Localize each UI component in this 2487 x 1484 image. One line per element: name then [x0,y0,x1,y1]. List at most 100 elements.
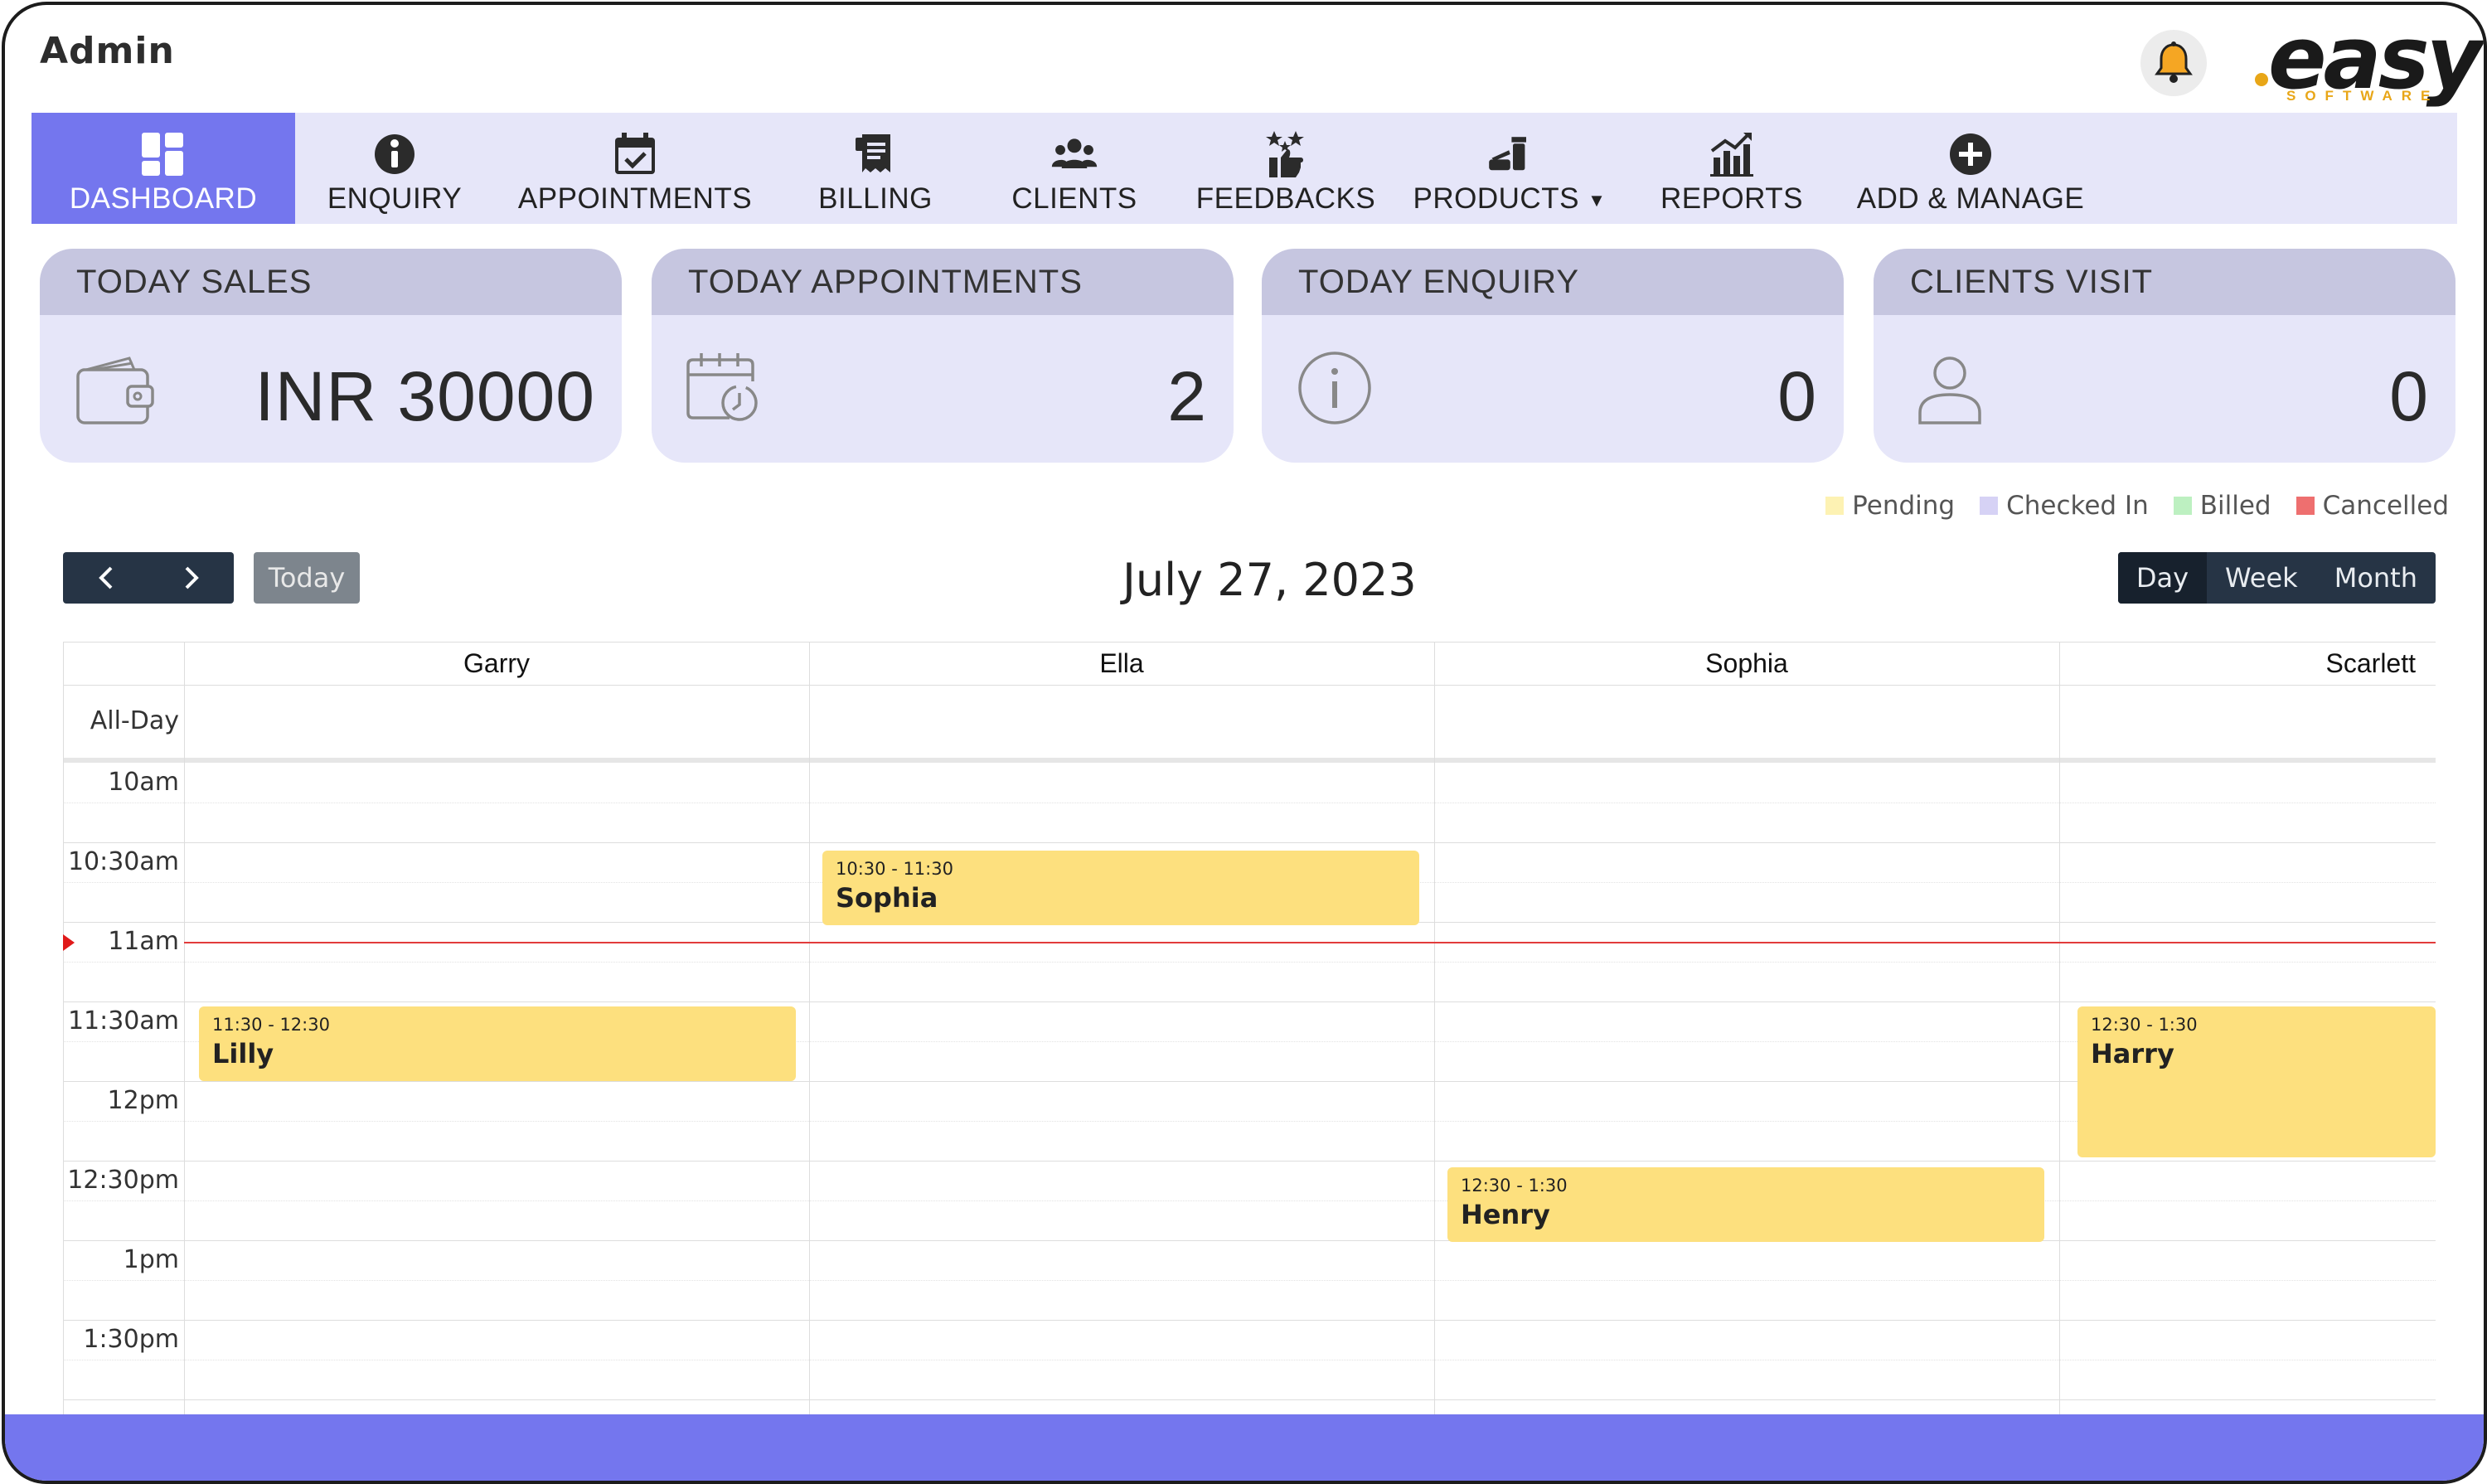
staff-column-header: Sophia [1705,647,1788,678]
notification-bell-button[interactable] [2140,30,2207,96]
prev-day-button[interactable] [63,552,148,604]
event-time: 12:30 - 1:30 [2091,1015,2198,1035]
event-time: 11:30 - 12:30 [212,1015,330,1035]
main-nav: DASHBOARD ENQUIRY APPOINTMENTS BILLING C… [32,113,2457,224]
view-day-button[interactable]: Day [2117,552,2208,604]
card-value: INR 30000 [255,357,595,435]
chevron-left-icon [98,566,112,589]
nav-appointments[interactable]: APPOINTMENTS [494,113,776,224]
appointment-event[interactable]: 12:30 - 1:30 Henry [1447,1167,2044,1242]
nav-label: PRODUCTS ▼ [1413,182,1607,215]
page-title: Admin [40,30,175,72]
legend-item: Billed [2173,491,2271,521]
info-circle-icon [1292,345,1383,436]
next-day-button[interactable] [148,552,234,604]
legend-swatch [2296,497,2315,515]
calendar-nav-buttons [63,552,234,604]
legend-label: Billed [2199,491,2271,521]
nav-add-manage[interactable]: ADD & MANAGE [1842,113,2099,224]
legend-swatch [1980,497,1999,515]
appointment-event[interactable]: 10:30 - 11:30 Sophia [822,851,1419,925]
card-clients-visit: CLIENTS VISIT 0 [1874,249,2455,463]
calendar-clock-icon [681,345,773,436]
grid-line [63,1001,2436,1002]
event-time: 10:30 - 11:30 [836,859,953,879]
all-day-divider [63,758,2436,763]
event-time: 12:30 - 1:30 [1461,1176,1568,1195]
nav-enquiry[interactable]: ENQUIRY [295,113,494,224]
logo-subtext: SOFTWARE [2286,88,2440,104]
grid-line [63,1320,2436,1321]
card-title: TODAY ENQUIRY [1262,249,1844,315]
time-label: 12pm [107,1086,179,1115]
nav-label: FEEDBACKS [1195,182,1376,215]
user-icon [1903,345,1995,436]
calendar-view-switcher: Day Week Month [2117,552,2436,604]
view-week-button[interactable]: Week [2207,552,2316,604]
grid-line [63,962,2436,963]
grid-line [63,1399,2436,1400]
products-icon [1486,131,1533,177]
card-value: 0 [2389,357,2429,435]
bell-icon [2155,41,2193,83]
staff-column-header: Garry [463,647,530,678]
status-legend: Pending Checked In Billed Cancelled [1825,491,2449,521]
card-today-sales: TODAY SALES INR 30000 [40,249,622,463]
users-icon [1051,131,1098,177]
legend-swatch [2173,497,2192,515]
time-label: 1:30pm [83,1325,179,1354]
nav-label: REPORTS [1660,182,1804,215]
event-client: Lilly [212,1038,274,1069]
grid-line [809,642,810,1417]
grid-line [184,642,185,1417]
grid-line [63,1280,2436,1281]
dashboard-icon [140,131,187,177]
appointment-event[interactable]: 12:30 - 1:30 Harry [2077,1006,2436,1157]
nav-dashboard[interactable]: DASHBOARD [32,113,295,224]
calendar-check-icon [612,131,658,177]
legend-label: Cancelled [2322,491,2449,521]
view-month-button[interactable]: Month [2316,552,2436,604]
card-title: TODAY APPOINTMENTS [652,249,1234,315]
grid-line [63,842,2436,843]
brand-logo: easy SOFTWARE [2252,15,2482,106]
nav-reports[interactable]: REPORTS [1622,113,1842,224]
calendar-grid: Garry Ella Sophia Scarlett All-Day 10am … [63,642,2436,1417]
legend-item: Cancelled [2296,491,2449,521]
nav-clients[interactable]: CLIENTS [975,113,1174,224]
card-today-enquiry: TODAY ENQUIRY 0 [1262,249,1844,463]
chevron-right-icon [185,566,199,589]
time-label: 10:30am [67,847,179,876]
nav-label: BILLING [818,182,933,215]
current-time-line [184,942,2436,943]
legend-item: Checked In [1980,491,2149,521]
time-label: 11am [108,927,179,956]
appointment-event[interactable]: 11:30 - 12:30 Lilly [199,1006,796,1081]
info-icon [371,131,418,177]
event-client: Harry [2091,1038,2174,1069]
nav-label: APPOINTMENTS [517,182,753,215]
card-title: CLIENTS VISIT [1874,249,2455,315]
app-frame: Admin easy SOFTWARE DASHBOARD ENQUIRY AP… [2,2,2487,1484]
nav-feedbacks[interactable]: FEEDBACKS [1174,113,1398,224]
grid-line [2059,642,2060,1417]
nav-billing[interactable]: BILLING [776,113,975,224]
time-label: 11:30am [67,1006,179,1035]
time-label: 10am [108,768,179,797]
calendar-toolbar: Today July 27, 2023 Day Week Month [63,552,2436,606]
staff-column-header: Ella [1099,647,1144,678]
all-day-label: All-Day [90,706,179,735]
nav-products-dropdown[interactable]: PRODUCTS ▼ [1398,113,1622,224]
receipt-icon [852,131,899,177]
calendar-date-title: July 27, 2023 [1122,554,1417,606]
staff-column-header: Scarlett [2325,647,2416,678]
grid-line [63,685,2436,686]
legend-label: Checked In [2006,491,2149,521]
today-button[interactable]: Today [254,552,360,604]
legend-label: Pending [1852,491,1956,521]
logo-dot [2255,73,2268,86]
feedback-icon [1263,131,1309,177]
nav-label: CLIENTS [1011,182,1137,215]
event-client: Henry [1461,1199,1550,1230]
card-title: TODAY SALES [40,249,622,315]
